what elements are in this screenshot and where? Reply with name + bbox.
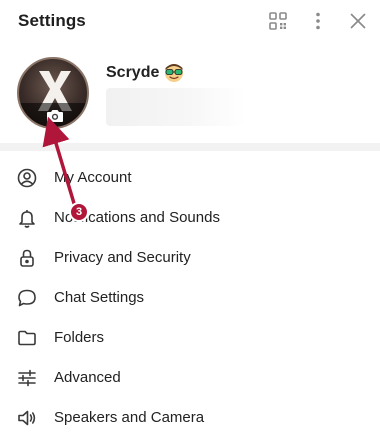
menu-item-notifications[interactable]: Notifications and Sounds [0,198,380,238]
profile-name: Scryde [106,64,160,81]
qr-code-icon[interactable] [267,10,289,32]
menu-item-chat-settings[interactable]: Chat Settings [0,278,380,318]
menu-item-privacy[interactable]: Privacy and Security [0,238,380,278]
menu-item-advanced[interactable]: Advanced [0,358,380,398]
menu-item-label: Folders [54,329,105,346]
profile-section: Scryde [0,44,380,142]
menu-item-label: Chat Settings [54,289,145,306]
menu-item-label: My Account [54,169,132,186]
bell-icon [16,207,38,229]
nerd-face-emoji-icon [165,64,183,82]
step-badge: 3 [69,202,89,222]
speaker-icon [16,407,38,429]
chat-bubble-icon [16,287,38,309]
menu-item-folders[interactable]: Folders [0,318,380,358]
section-divider [0,143,380,151]
more-vertical-icon[interactable] [307,10,329,32]
close-icon[interactable] [347,10,369,32]
menu-item-label: Advanced [54,369,121,386]
settings-menu: My Account Notifications and Sounds Priv… [0,158,380,438]
page-title: Settings [18,11,86,30]
lock-icon [16,247,38,269]
menu-item-speakers-camera[interactable]: Speakers and Camera [0,398,380,438]
user-circle-icon [16,167,38,189]
phone-number-blurred [106,88,246,126]
menu-item-label: Privacy and Security [54,249,191,266]
avatar-button[interactable] [17,57,89,129]
sliders-icon [16,367,38,389]
menu-item-my-account[interactable]: My Account [0,158,380,198]
avatar [17,57,89,129]
settings-header: Settings [0,0,380,44]
menu-item-label: Speakers and Camera [54,409,205,426]
camera-icon[interactable] [46,108,64,124]
folder-icon [16,327,38,349]
